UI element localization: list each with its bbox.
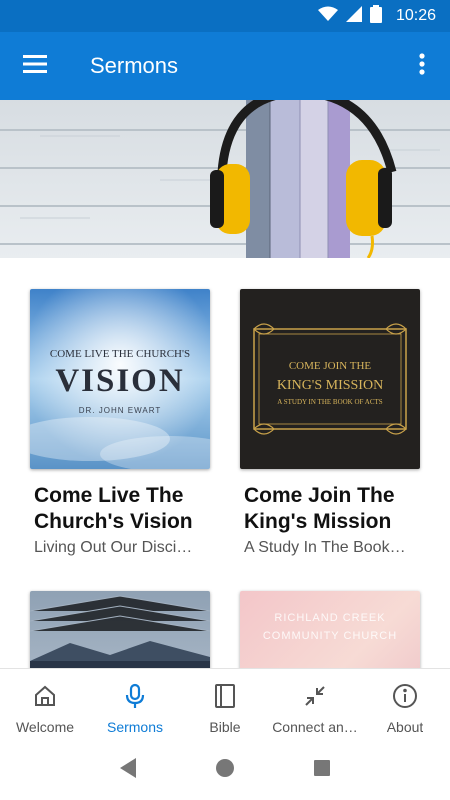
artwork-line-1: RICHLAND CREEK [274,612,385,624]
nav-label: Bible [209,719,241,735]
nav-label: Connect an… [272,719,358,735]
artwork-line-1: COME JOIN THE [289,360,372,372]
headphones-books-illustration [0,100,450,258]
menu-button[interactable] [0,32,70,100]
back-triangle-icon [118,757,138,784]
sermon-series-grid: COME LIVE THE CHURCH'S VISION DR. JOHN E… [0,258,450,668]
artwork-line-2: KING'S MISSION [277,378,383,393]
app-bar: Sermons [0,32,450,100]
nav-label: Welcome [15,719,75,735]
artwork-line-2: COMMUNITY CHURCH [263,630,397,642]
home-icon [32,683,58,709]
nav-label: About [386,719,424,735]
book-icon [212,683,238,709]
sermon-artwork: RICHLAND CREEK COMMUNITY CHURCH [240,591,420,668]
more-vert-icon [419,52,425,80]
artwork-line-3: DR. JOHN EWART [79,406,161,415]
artwork-line-2: VISION [55,363,184,399]
home-button[interactable] [205,750,245,790]
sermon-subtitle: Living Out Our Disci… [34,539,193,556]
nav-connect[interactable]: Connect an… [270,669,360,741]
status-bar: 10:26 [0,0,450,32]
info-icon [392,683,418,709]
sermon-title: Come Live The Church's Vision [34,484,193,533]
nav-about[interactable]: About [360,669,450,741]
sermon-artwork: COME JOIN THE KING'S MISSION A STUDY IN … [240,289,420,469]
system-navigation-bar [0,740,450,800]
more-options-button[interactable] [394,32,450,100]
collapse-arrows-icon [302,683,328,709]
sermon-title: Come Join The King's Mission [244,484,395,533]
artwork-line-1: COME LIVE THE CHURCH'S [50,348,190,360]
header-banner-image [0,100,450,258]
battery-icon [369,4,382,28]
bottom-navigation: Welcome Sermons Bible Connect an… About [0,668,450,740]
nav-welcome[interactable]: Welcome [0,669,90,741]
hamburger-icon [23,54,47,78]
artwork-line-3: A STUDY IN THE BOOK OF ACTS [277,398,383,406]
back-button[interactable] [108,750,148,790]
recents-button[interactable] [302,750,342,790]
nav-label: Sermons [106,719,164,735]
status-time: 10:26 [395,7,436,24]
sermon-subtitle: A Study In The Book… [244,539,406,556]
nav-bible[interactable]: Bible [180,669,270,741]
nav-sermons[interactable]: Sermons [90,669,180,741]
recents-square-icon [313,759,331,782]
home-circle-icon [215,758,235,783]
sermon-artwork: COME LIVE THE CHURCH'S VISION DR. JOHN E… [30,289,210,469]
sermon-artwork [30,591,210,668]
signal-icon [345,5,362,27]
wifi-icon [317,6,338,27]
page-title: Sermons [90,53,179,78]
microphone-icon [122,683,148,709]
